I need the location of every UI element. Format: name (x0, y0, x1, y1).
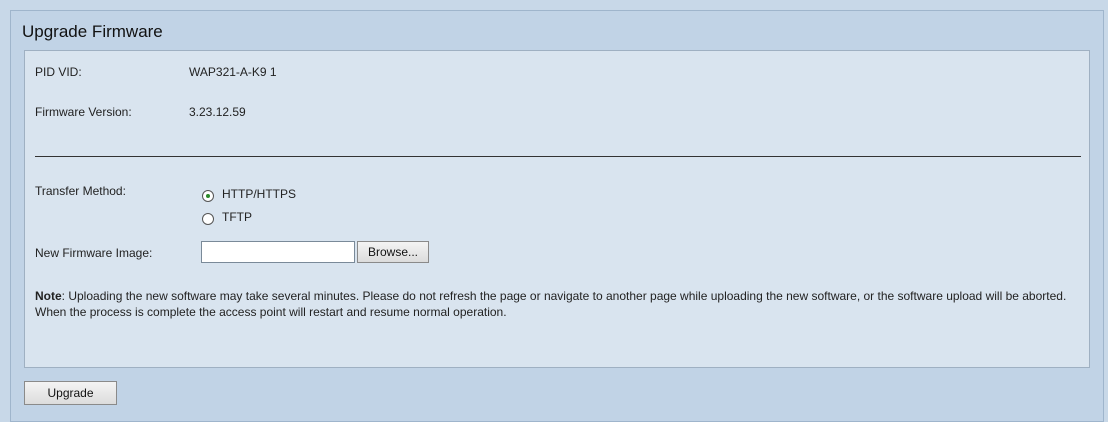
radio-tftp[interactable] (202, 213, 214, 225)
note-prefix: Note (35, 289, 62, 303)
note-text: Note: Uploading the new software may tak… (35, 288, 1083, 320)
browse-button[interactable]: Browse... (357, 241, 429, 263)
upgrade-button[interactable]: Upgrade (24, 381, 117, 405)
divider (35, 156, 1081, 157)
radio-http-https-label[interactable]: HTTP/HTTPS (222, 187, 296, 201)
note-body: : Uploading the new software may take se… (35, 289, 1067, 319)
firmware-file-input[interactable] (201, 241, 355, 263)
page-title: Upgrade Firmware (22, 22, 163, 41)
radio-tftp-label[interactable]: TFTP (222, 210, 252, 224)
firmware-version-label: Firmware Version: (35, 105, 132, 119)
pid-vid-value: WAP321-A-K9 1 (189, 65, 277, 79)
radio-http-https[interactable] (202, 190, 214, 202)
firmware-panel: PID VID: WAP321-A-K9 1 Firmware Version:… (24, 50, 1090, 368)
new-firmware-image-label: New Firmware Image: (35, 246, 153, 260)
pid-vid-label: PID VID: (35, 65, 82, 79)
firmware-version-value: 3.23.12.59 (189, 105, 246, 119)
transfer-method-label: Transfer Method: (35, 184, 126, 198)
